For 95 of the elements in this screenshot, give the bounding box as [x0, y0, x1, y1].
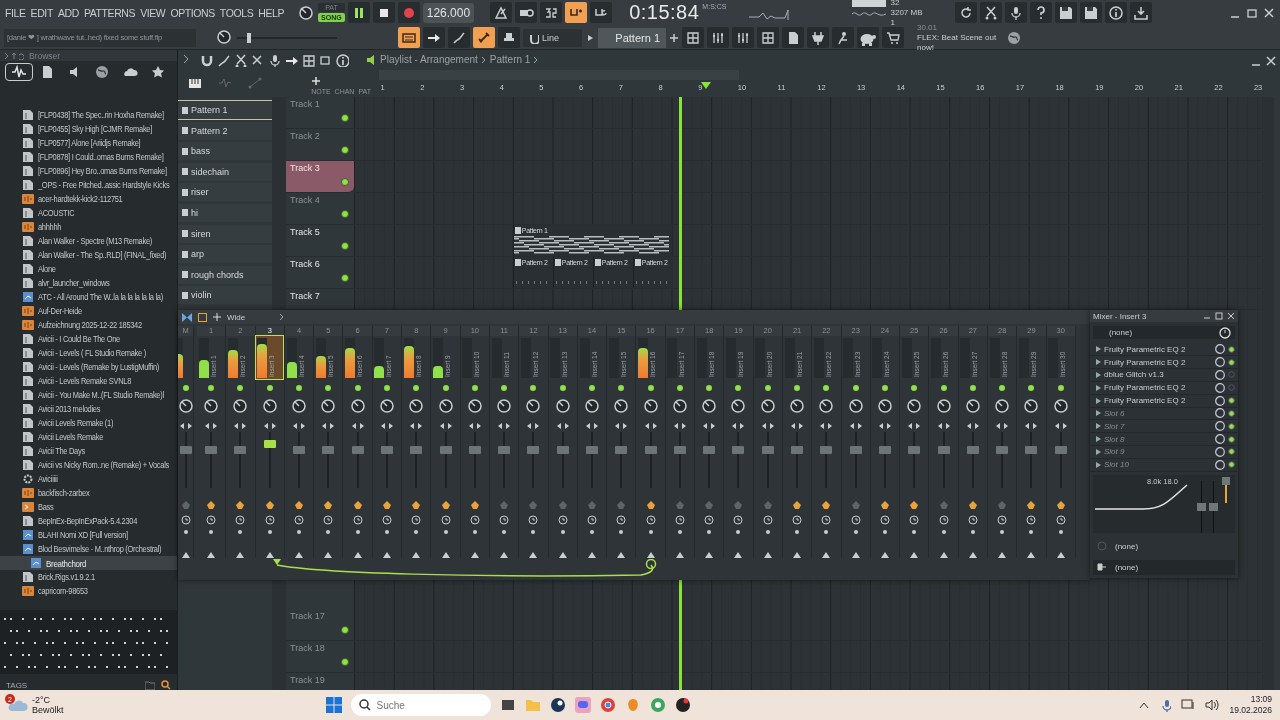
menu-item[interactable]: HELP [257, 6, 286, 19]
track-label: Track 4 [290, 195, 320, 205]
pattern-item[interactable]: arp [178, 245, 272, 264]
browser-item[interactable]: [FLP0438] The Spec..rin Hoxha Remake] [0, 108, 177, 122]
browser-item[interactable]: Alan Walker - Spectre (M13 Remake) [0, 234, 177, 248]
menu-item[interactable]: ADD [56, 6, 80, 19]
mixer-view-label[interactable]: Wide [227, 312, 246, 322]
tempo-display[interactable]: 126.000 [422, 2, 475, 23]
menu-item[interactable]: TOOLS [218, 6, 255, 19]
pattern-item[interactable]: siren [178, 224, 272, 243]
browser-item[interactable]: Brick.Rigs.v1.9.2.1 [0, 570, 177, 584]
tags-label: TAGS [6, 680, 28, 690]
browser-item[interactable]: ATC - All Around The W..la la la la la la la) [0, 290, 177, 304]
browser-item[interactable]: [FLP0896] Hey Bro..omas Burns Remake] [0, 164, 177, 178]
effect-slot[interactable]: Fruity Parametric EQ 2 [1090, 394, 1238, 408]
browser-item[interactable]: Aufzeichnung 2025-12-22 185342 [0, 318, 177, 332]
browser-item[interactable]: acer-hardtekk-kick2-112751 [0, 192, 177, 206]
polyphony-count: 32 [890, 0, 901, 7]
menu-item[interactable]: PATTERNS [82, 6, 137, 19]
menu-item[interactable]: VIEW [139, 6, 167, 19]
effect-slot[interactable]: Fruity Parametric EQ 2 [1090, 356, 1238, 370]
menu-item[interactable]: FILE [4, 6, 27, 19]
track-label: Track 17 [290, 611, 325, 621]
pattern-item[interactable]: sidechain [178, 162, 272, 181]
browser-item[interactable]: [FLP0577] Alone [Ariidjs Remake] [0, 136, 177, 150]
browser-item[interactable]: capricorn-98653 [0, 584, 177, 598]
browser-item[interactable]: Avicii vs Nicky Rom..ne (Remake) + Vocals [0, 458, 177, 472]
browser-item[interactable]: Alone [0, 262, 177, 276]
menu-item[interactable]: EDIT [29, 6, 54, 19]
browser-item[interactable]: [FLP0455] Sky High [CJMR Remake] [0, 122, 177, 136]
effect-slot[interactable]: Fruity Parametric EQ 2 [1090, 343, 1238, 357]
browser-item[interactable]: Avicii Levels Remake [0, 430, 177, 444]
browser-item[interactable]: Blod Besvimelse - M..nthrop (Orchestral) [0, 542, 177, 556]
browser-item[interactable]: Avicii - You Make M..(FL Studio Remake)l [0, 388, 177, 402]
search-field[interactable]: Suche [350, 694, 491, 716]
pattern-item[interactable]: Pattern 1 [178, 101, 272, 119]
breadcrumb-item[interactable]: Pattern 1 [489, 54, 531, 65]
effect-slot[interactable]: Slot 9 [1090, 446, 1238, 459]
browser-item[interactable]: BepInEx-BepInExPack-5.4.2304 [0, 514, 177, 528]
track-label: Track 1 [290, 99, 320, 109]
browser-item[interactable]: backfisch-zarbex [0, 486, 177, 500]
browser-item[interactable]: Avicii 2013 melodies [0, 402, 177, 416]
memory-usage: 3207 MB [890, 8, 924, 17]
track-label: Track 5 [290, 227, 320, 237]
browser-item[interactable]: Alan Walker - The Sp..RLD] (FINAL_fixed) [0, 248, 177, 262]
effect-slot[interactable]: Slot 8 [1090, 433, 1238, 446]
browser-item[interactable]: alvr_launcher_windows [0, 276, 177, 290]
effect-slot[interactable]: Slot 10 [1090, 458, 1238, 472]
effect-slot[interactable]: Slot 6 [1090, 407, 1238, 421]
track-label: Track 6 [290, 259, 320, 269]
effect-slot[interactable]: Fruity Parametric EQ 2 [1090, 381, 1238, 395]
time-display: 0:15:84 [629, 1, 700, 24]
pattern-item[interactable]: rough chords [178, 265, 272, 284]
browser-item[interactable]: Bass [0, 500, 177, 514]
pattern-item[interactable]: Pattern 2 [178, 121, 272, 140]
effect-slot[interactable]: Slot 7 [1090, 420, 1238, 434]
track-label: Track 7 [290, 291, 320, 301]
track-label: Track 18 [290, 643, 325, 653]
pattern-item[interactable]: violin [178, 286, 272, 305]
news-date: 30.01 [917, 22, 939, 33]
weather-condition: Bewölkt [32, 705, 64, 715]
track-label: Track 2 [290, 131, 320, 141]
menu-item[interactable]: OPTIONS [169, 6, 216, 19]
browser-item[interactable]: _OPS - Free Pitched..assic Hardstyle Kicks [0, 178, 177, 192]
browser-item[interactable]: Avicii The Days [0, 444, 177, 458]
sidechain-selector[interactable]: (none) [1115, 541, 1139, 551]
snap-selector[interactable]: Line [523, 28, 582, 47]
browser-item[interactable]: BLAHI Nomi XD [Full version] [0, 528, 177, 542]
browser-item[interactable]: ACOUSTIC [0, 206, 177, 220]
track-header[interactable]: Track 3 [286, 161, 354, 193]
browser-item[interactable]: ahhhhh [0, 220, 177, 234]
clock[interactable]: 13:09 19.02.2026 [1229, 694, 1272, 716]
browser-item[interactable]: Avicii - Levels (Remake by LustigMuffin) [0, 360, 177, 374]
track-label: Track 3 [290, 163, 320, 173]
browser-item[interactable]: Aviciiiii [0, 472, 177, 486]
output-selector[interactable]: (none) [1115, 562, 1139, 572]
news-headline[interactable]: FLEX: Beat Scene out now! [917, 32, 1003, 53]
browser-item[interactable]: Breathchord [0, 556, 177, 570]
browser-item[interactable]: Avicii - Levels Remake SVNL8 [0, 374, 177, 388]
pattern-item[interactable]: hi [178, 203, 272, 222]
pattern-item[interactable]: riser [178, 183, 272, 202]
browser-item[interactable]: Avicii - Levels ( FL Studio Remake ) [0, 346, 177, 360]
browser-item[interactable]: Avicii Levels Remake (1) [0, 416, 177, 430]
browser-item[interactable]: Avicii - I Could Be The One [0, 332, 177, 346]
temperature: -2°C [32, 695, 52, 705]
browser-item[interactable]: Auf-Der-Heide [0, 304, 177, 318]
effect-slot[interactable]: dblue Glitch v1.3 [1090, 369, 1238, 382]
pattern-item[interactable]: bass [178, 142, 272, 161]
window-title: Playlist - Arrangement [380, 54, 478, 65]
voice-count: 1 [890, 18, 896, 27]
panel-title: Browser [29, 50, 61, 61]
window-title: Mixer - Insert 3 [1093, 311, 1148, 321]
track-label: Track 19 [290, 675, 325, 685]
pattern-selector[interactable]: Pattern 1 [598, 27, 666, 48]
browser-item[interactable]: [FLP0878] I Could..omas Burns Remake] [0, 150, 177, 164]
